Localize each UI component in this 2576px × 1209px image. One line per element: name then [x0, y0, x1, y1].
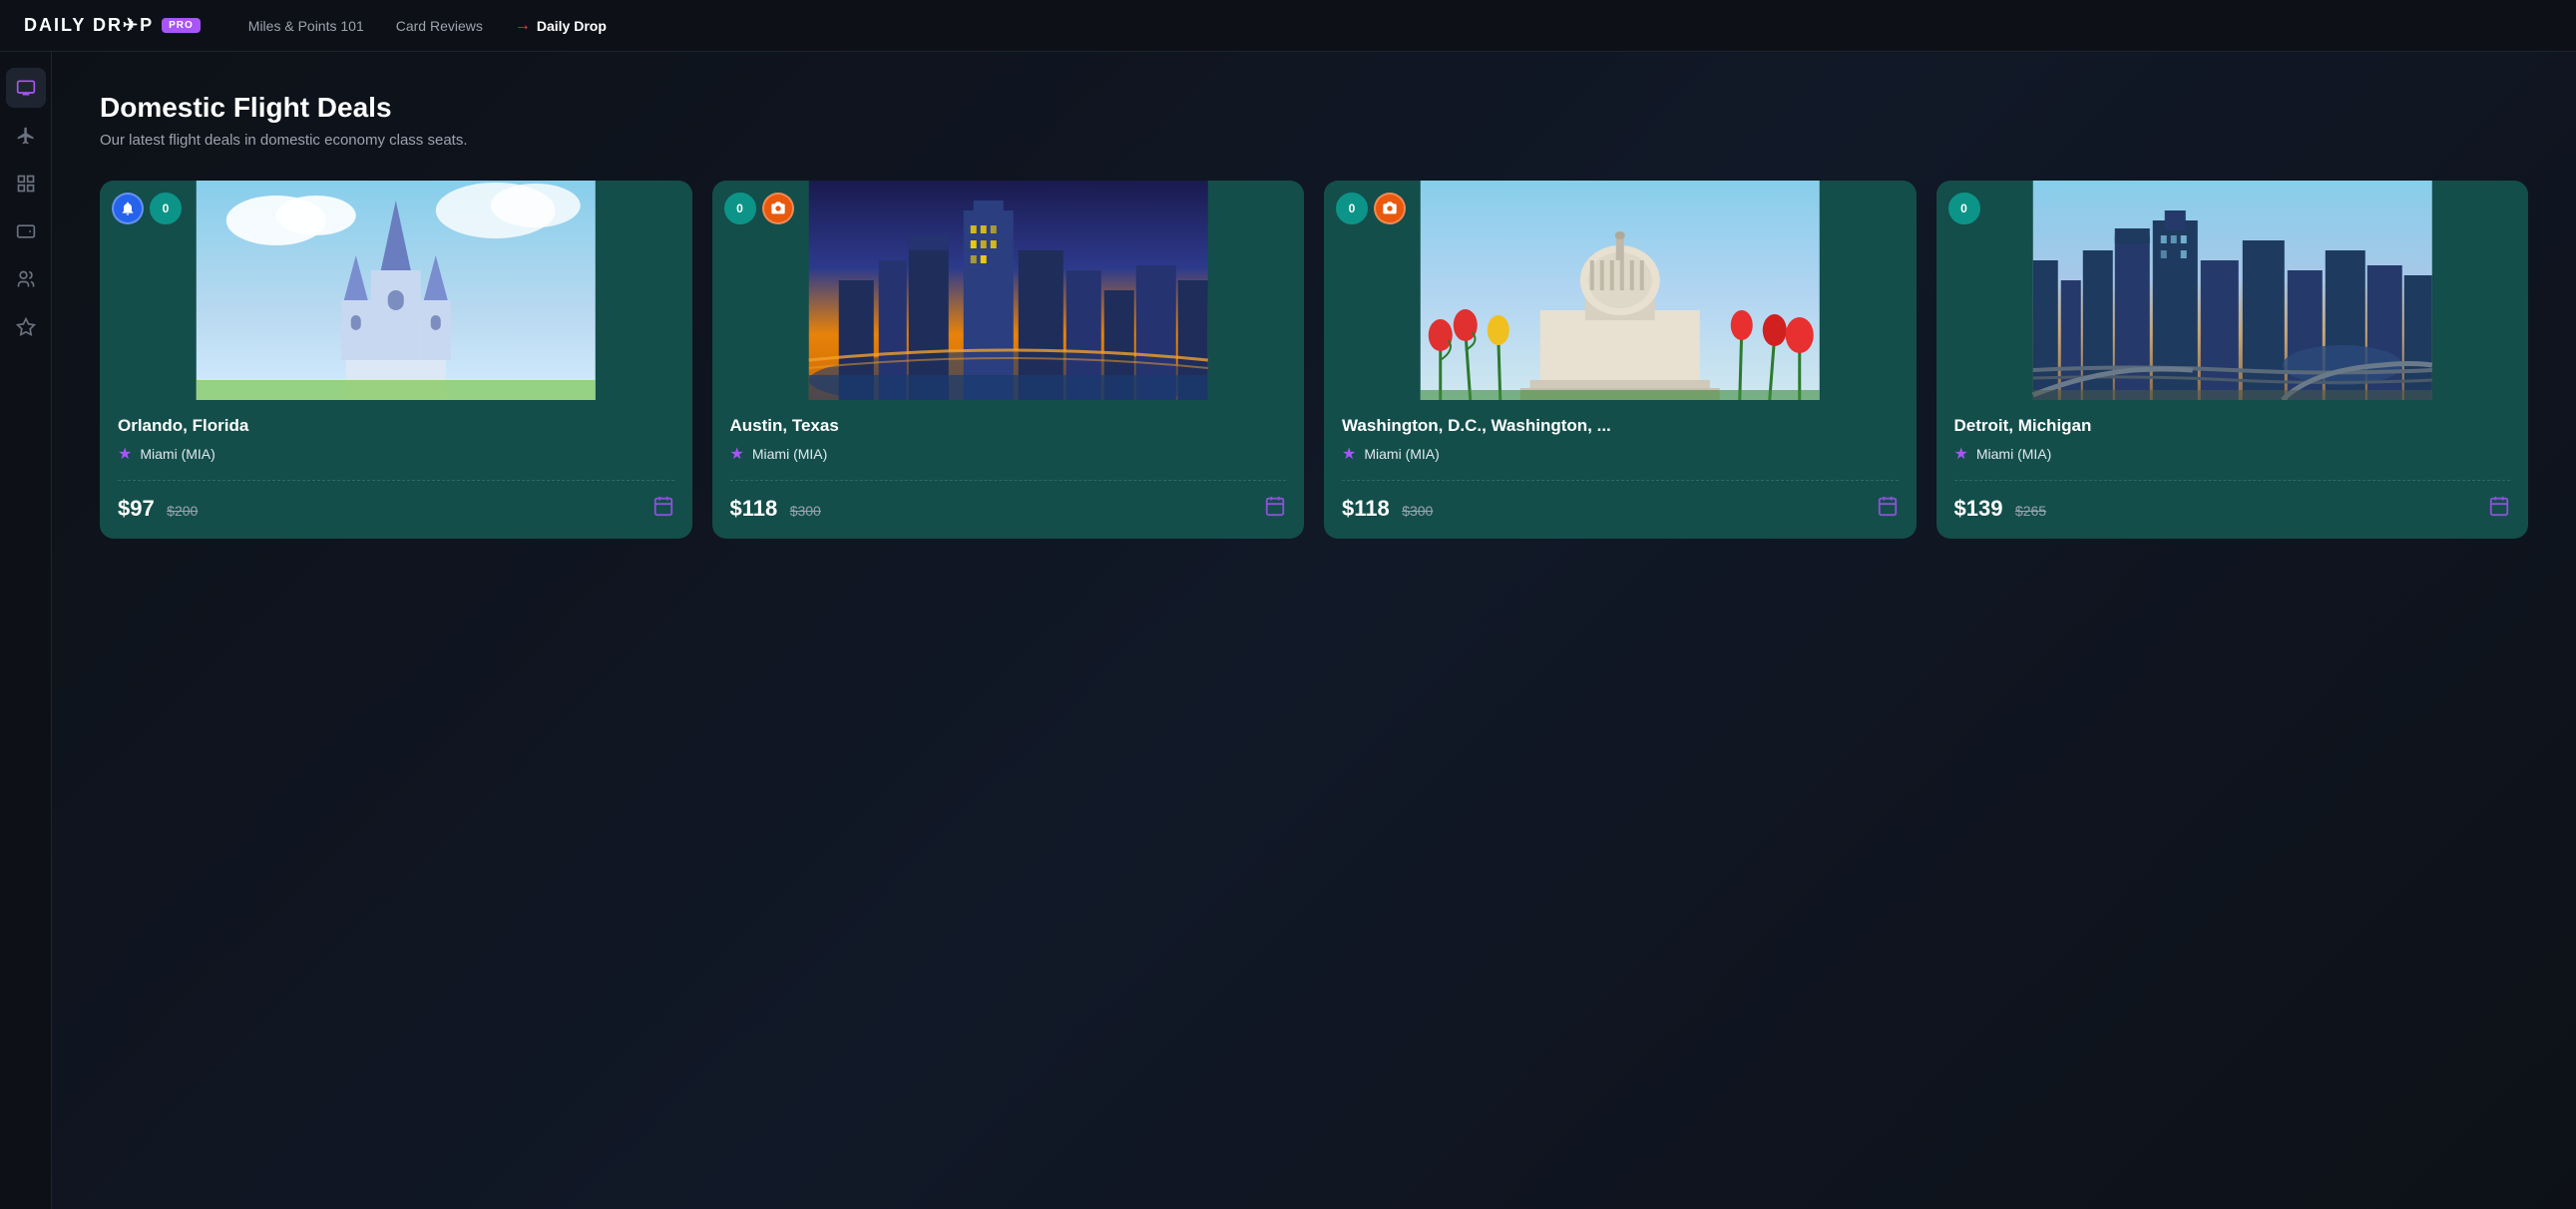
card-city-dc: Washington, D.C., Washington, ... — [1342, 416, 1899, 436]
logo[interactable]: DAILY DR✈P PRO — [24, 15, 201, 36]
sidebar-item-star[interactable] — [6, 307, 46, 347]
sidebar — [0, 52, 52, 1209]
card-price-row-orlando: $97 $200 — [118, 495, 674, 523]
main-layout: Domestic Flight Deals Our latest flight … — [0, 52, 2576, 1209]
card-city-detroit: Detroit, Michigan — [1954, 416, 2511, 436]
card-body-dc: Washington, D.C., Washington, ... ★ Miam… — [1324, 400, 1917, 539]
page-subtitle: Our latest flight deals in domestic econ… — [100, 132, 2528, 149]
card-body-austin: Austin, Texas ★ Miami (MIA) $118 $300 — [712, 400, 1305, 539]
card-image-detroit: 0 — [1936, 181, 2529, 400]
sidebar-item-tv[interactable] — [6, 68, 46, 108]
card-city-austin: Austin, Texas — [730, 416, 1287, 436]
card-price-austin: $118 $300 — [730, 496, 821, 522]
nav-daily-drop[interactable]: → Daily Drop — [515, 17, 607, 35]
sidebar-item-grid[interactable] — [6, 164, 46, 203]
badge-zero-austin[interactable]: 0 — [724, 193, 756, 224]
card-origin-orlando: ★ Miami (MIA) — [118, 444, 674, 464]
card-body-orlando: Orlando, Florida ★ Miami (MIA) $97 $200 — [100, 400, 692, 539]
deal-card-dc[interactable]: 0 Washington, D.C., Washington, ... ★ Mi… — [1324, 181, 1917, 539]
card-price-row-dc: $118 $300 — [1342, 495, 1899, 523]
page-title: Domestic Flight Deals — [100, 92, 2528, 124]
sidebar-item-users[interactable] — [6, 259, 46, 299]
card-price-row-detroit: $139 $265 — [1954, 495, 2511, 523]
badge-bell-orlando[interactable] — [112, 193, 144, 224]
calendar-icon-orlando[interactable] — [652, 495, 674, 523]
card-price-dc: $118 $300 — [1342, 496, 1433, 522]
deal-card-austin[interactable]: 0 Austin, Texas ★ Miami (MIA) — [712, 181, 1305, 539]
card-price-detroit: $139 $265 — [1954, 496, 2047, 522]
top-navigation: DAILY DR✈P PRO Miles & Points 101 Card R… — [0, 0, 2576, 52]
nav-arrow-icon: → — [515, 17, 531, 35]
nav-card-reviews[interactable]: Card Reviews — [396, 18, 483, 34]
card-image-dc: 0 — [1324, 181, 1917, 400]
card-badges-orlando: 0 — [112, 193, 182, 224]
card-origin-detroit: ★ Miami (MIA) — [1954, 444, 2511, 464]
deals-grid: 0 Orlando, Florida ★ Miami (MIA) $97 $2 — [100, 181, 2528, 539]
main-content: Domestic Flight Deals Our latest flight … — [52, 52, 2576, 1209]
badge-zero-dc[interactable]: 0 — [1336, 193, 1368, 224]
calendar-icon-detroit[interactable] — [2488, 495, 2510, 523]
card-body-detroit: Detroit, Michigan ★ Miami (MIA) $139 $26… — [1936, 400, 2529, 539]
sidebar-item-wallet[interactable] — [6, 211, 46, 251]
card-badges-dc: 0 — [1336, 193, 1406, 224]
calendar-icon-austin[interactable] — [1264, 495, 1286, 523]
card-badges-austin: 0 — [724, 193, 794, 224]
logo-text: DAILY DR✈P — [24, 15, 154, 36]
badge-camera-dc[interactable] — [1374, 193, 1406, 224]
nav-daily-drop-label: Daily Drop — [537, 18, 607, 34]
card-price-orlando: $97 $200 — [118, 496, 198, 522]
card-badges-detroit: 0 — [1948, 193, 1980, 224]
card-image-orlando: 0 — [100, 181, 692, 400]
card-image-austin: 0 — [712, 181, 1305, 400]
star-icon-orlando: ★ — [118, 444, 132, 464]
star-icon-detroit: ★ — [1954, 444, 1968, 464]
badge-zero-detroit[interactable]: 0 — [1948, 193, 1980, 224]
badge-camera-austin[interactable] — [762, 193, 794, 224]
card-price-row-austin: $118 $300 — [730, 495, 1287, 523]
star-icon-dc: ★ — [1342, 444, 1356, 464]
deal-card-detroit[interactable]: 0 Detroit, Michigan ★ Miami (MIA) $139 — [1936, 181, 2529, 539]
sidebar-item-flights[interactable] — [6, 116, 46, 156]
card-origin-austin: ★ Miami (MIA) — [730, 444, 1287, 464]
badge-zero-orlando[interactable]: 0 — [150, 193, 182, 224]
pro-badge: PRO — [162, 18, 201, 33]
card-origin-dc: ★ Miami (MIA) — [1342, 444, 1899, 464]
nav-links: Miles & Points 101 Card Reviews → Daily … — [248, 17, 607, 35]
card-city-orlando: Orlando, Florida — [118, 416, 674, 436]
star-icon-austin: ★ — [730, 444, 744, 464]
deal-card-orlando[interactable]: 0 Orlando, Florida ★ Miami (MIA) $97 $2 — [100, 181, 692, 539]
nav-miles-points[interactable]: Miles & Points 101 — [248, 18, 364, 34]
calendar-icon-dc[interactable] — [1877, 495, 1899, 523]
